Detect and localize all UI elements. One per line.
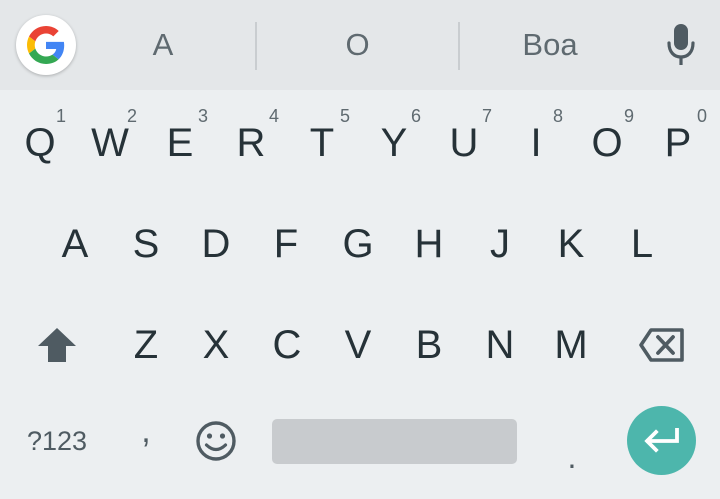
key-m[interactable]: M (536, 310, 606, 380)
shift-key[interactable] (22, 310, 92, 380)
key-g[interactable]: G (323, 209, 393, 279)
emoji-key[interactable] (188, 412, 244, 470)
key-hint-5: 5 (339, 106, 350, 126)
microphone-icon (667, 24, 695, 65)
key-d[interactable]: D (181, 209, 251, 279)
key-j[interactable]: J (465, 209, 535, 279)
suggestion-1[interactable]: A (88, 20, 238, 70)
key-v[interactable]: V (323, 310, 393, 380)
key-f[interactable]: F (251, 209, 321, 279)
key-hint-1: 1 (55, 106, 66, 126)
symbols-key[interactable]: ?123 (14, 412, 100, 470)
key-z[interactable]: Z (111, 310, 181, 380)
key-s[interactable]: S (111, 209, 181, 279)
key-hint-8: 8 (552, 106, 563, 126)
key-l[interactable]: L (607, 209, 677, 279)
enter-key[interactable] (627, 406, 696, 475)
key-c[interactable]: C (252, 310, 322, 380)
key-hint-4: 4 (268, 106, 279, 126)
key-a[interactable]: A (40, 209, 110, 279)
key-x[interactable]: X (181, 310, 251, 380)
spacebar[interactable] (272, 419, 517, 464)
enter-return-icon (643, 427, 679, 453)
key-hint-6: 6 (410, 106, 421, 126)
key-hint-2: 2 (126, 106, 137, 126)
google-search-button[interactable] (16, 15, 76, 75)
key-h[interactable]: H (394, 209, 464, 279)
key-b[interactable]: B (394, 310, 464, 380)
key-hint-3: 3 (197, 106, 208, 126)
key-hint-7: 7 (481, 106, 492, 126)
backspace-icon (639, 328, 684, 362)
shift-arrow-icon (38, 328, 76, 362)
period-key[interactable]: . (550, 412, 594, 476)
suggestion-divider (255, 22, 257, 70)
key-hint-0: 0 (696, 106, 707, 126)
suggestion-3[interactable]: Boa (475, 20, 625, 70)
backspace-key[interactable] (622, 310, 702, 380)
suggestion-strip: A O Boa (0, 0, 720, 90)
google-g-icon (27, 26, 65, 64)
comma-key[interactable]: , (124, 412, 168, 482)
emoji-smile-icon (196, 421, 236, 461)
key-k[interactable]: K (536, 209, 606, 279)
suggestion-divider (458, 22, 460, 70)
key-n[interactable]: N (465, 310, 535, 380)
key-hint-9: 9 (623, 106, 634, 126)
keyboard: A O Boa Q W E R T Y U I O P 1 2 3 4 5 6 … (0, 0, 720, 499)
suggestion-2[interactable]: O (275, 20, 440, 70)
voice-input-button[interactable] (660, 22, 702, 68)
